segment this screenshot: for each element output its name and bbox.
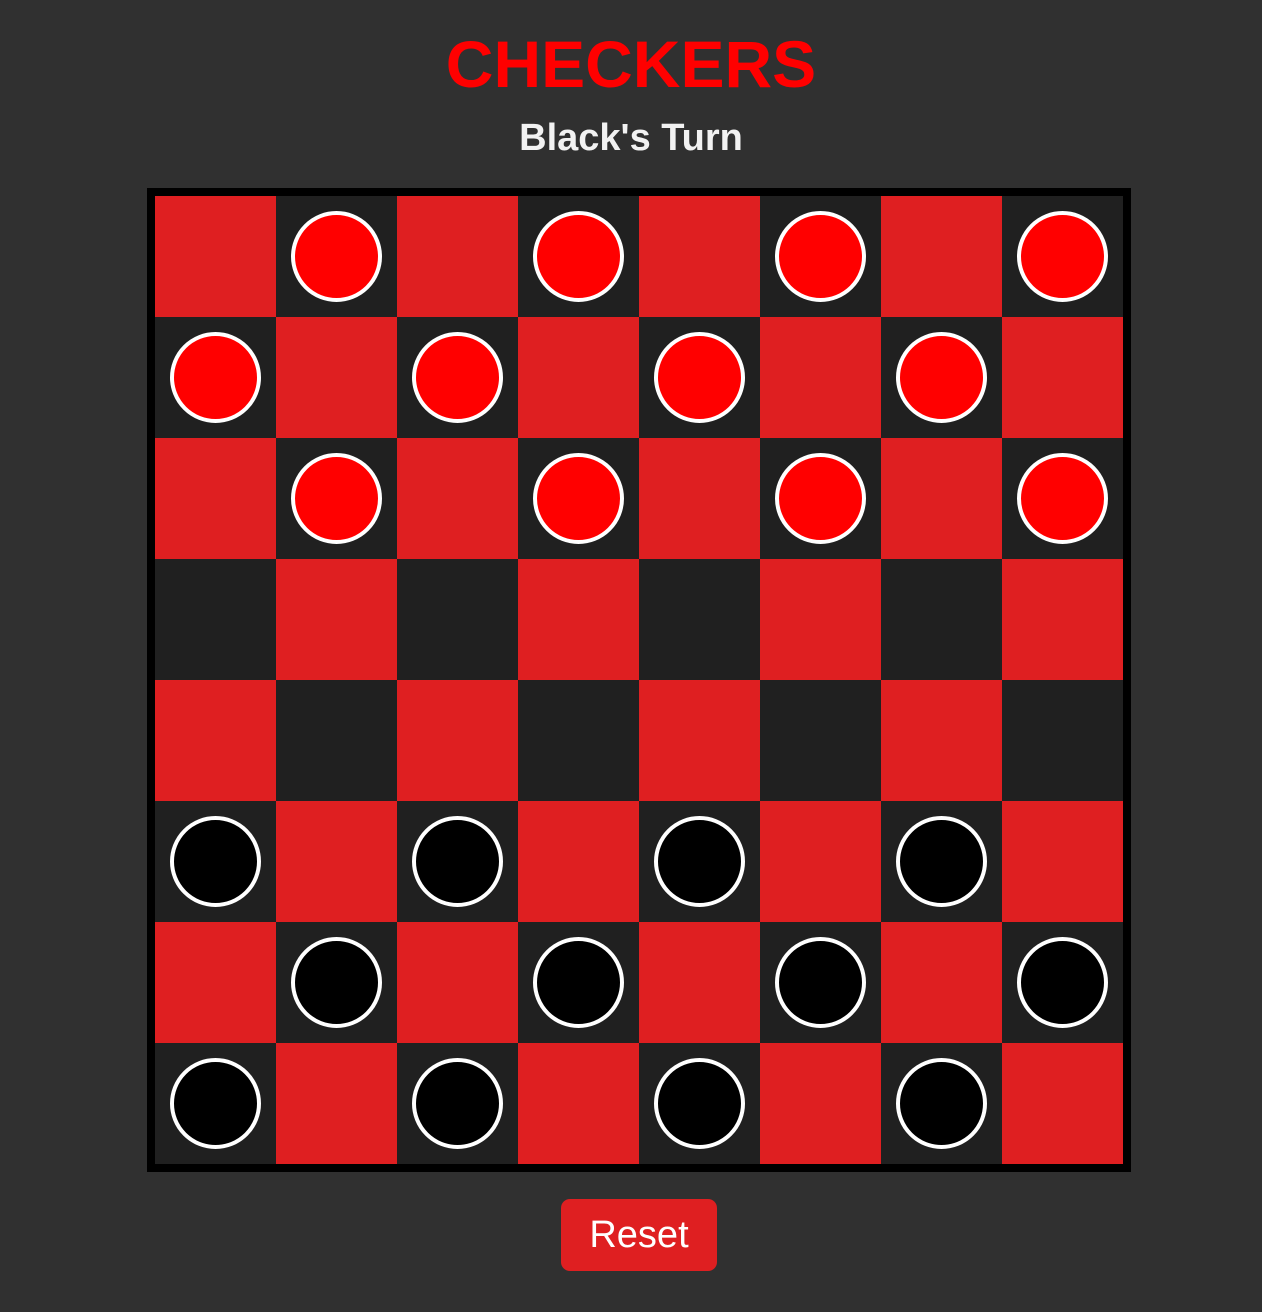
black-checker-piece[interactable]	[896, 1058, 987, 1149]
board-square-r5-c4[interactable]	[518, 680, 639, 801]
red-checker-piece[interactable]	[654, 332, 745, 423]
board-square-r1-c3[interactable]	[397, 196, 518, 317]
board-square-r6-c4[interactable]	[518, 801, 639, 922]
red-checker-piece[interactable]	[775, 211, 866, 302]
red-checker-piece[interactable]	[533, 453, 624, 544]
black-checker-piece[interactable]	[654, 1058, 745, 1149]
board-square-r4-c7[interactable]	[881, 559, 1002, 680]
board-square-r5-c7[interactable]	[881, 680, 1002, 801]
board-square-r3-c4[interactable]	[518, 438, 639, 559]
board-square-r8-c7[interactable]	[881, 1043, 1002, 1164]
checkers-board[interactable]	[147, 188, 1131, 1172]
black-checker-piece[interactable]	[170, 1058, 261, 1149]
board-square-r3-c3[interactable]	[397, 438, 518, 559]
board-square-r4-c1[interactable]	[155, 559, 276, 680]
board-square-r2-c8[interactable]	[1002, 317, 1123, 438]
board-square-r1-c6[interactable]	[760, 196, 881, 317]
board-square-r8-c1[interactable]	[155, 1043, 276, 1164]
black-checker-piece[interactable]	[1017, 937, 1108, 1028]
board-square-r4-c6[interactable]	[760, 559, 881, 680]
red-checker-piece[interactable]	[291, 453, 382, 544]
red-checker-piece[interactable]	[1017, 453, 1108, 544]
board-square-r3-c1[interactable]	[155, 438, 276, 559]
board-square-r2-c2[interactable]	[276, 317, 397, 438]
board-square-r6-c6[interactable]	[760, 801, 881, 922]
board-square-r6-c2[interactable]	[276, 801, 397, 922]
board-square-r4-c4[interactable]	[518, 559, 639, 680]
board-square-r4-c8[interactable]	[1002, 559, 1123, 680]
board-square-r2-c5[interactable]	[639, 317, 760, 438]
board-square-r1-c1[interactable]	[155, 196, 276, 317]
board-square-r3-c8[interactable]	[1002, 438, 1123, 559]
board-square-r6-c3[interactable]	[397, 801, 518, 922]
game-title: CHECKERS	[445, 27, 817, 101]
board-square-r3-c2[interactable]	[276, 438, 397, 559]
board-square-r4-c2[interactable]	[276, 559, 397, 680]
board-square-r1-c4[interactable]	[518, 196, 639, 317]
board-square-r6-c8[interactable]	[1002, 801, 1123, 922]
board-square-r3-c6[interactable]	[760, 438, 881, 559]
red-checker-piece[interactable]	[896, 332, 987, 423]
board-square-r5-c8[interactable]	[1002, 680, 1123, 801]
board-square-r8-c8[interactable]	[1002, 1043, 1123, 1164]
black-checker-piece[interactable]	[775, 937, 866, 1028]
board-square-r2-c6[interactable]	[760, 317, 881, 438]
reset-button[interactable]: Reset	[561, 1199, 717, 1271]
black-checker-piece[interactable]	[654, 816, 745, 907]
board-square-r8-c6[interactable]	[760, 1043, 881, 1164]
red-checker-piece[interactable]	[291, 211, 382, 302]
board-square-r5-c2[interactable]	[276, 680, 397, 801]
board-square-r2-c7[interactable]	[881, 317, 1002, 438]
board-square-r7-c6[interactable]	[760, 922, 881, 1043]
board-square-r6-c5[interactable]	[639, 801, 760, 922]
board-square-r5-c6[interactable]	[760, 680, 881, 801]
board-square-r2-c1[interactable]	[155, 317, 276, 438]
black-checker-piece[interactable]	[896, 816, 987, 907]
board-square-r5-c3[interactable]	[397, 680, 518, 801]
black-checker-piece[interactable]	[291, 937, 382, 1028]
board-square-r1-c8[interactable]	[1002, 196, 1123, 317]
board-square-r7-c7[interactable]	[881, 922, 1002, 1043]
board-square-r2-c3[interactable]	[397, 317, 518, 438]
board-square-r1-c5[interactable]	[639, 196, 760, 317]
board-square-r3-c5[interactable]	[639, 438, 760, 559]
black-checker-piece[interactable]	[170, 816, 261, 907]
board-square-r8-c5[interactable]	[639, 1043, 760, 1164]
board-square-r7-c4[interactable]	[518, 922, 639, 1043]
board-square-r5-c1[interactable]	[155, 680, 276, 801]
board-square-r7-c1[interactable]	[155, 922, 276, 1043]
black-checker-piece[interactable]	[412, 816, 503, 907]
board-square-r2-c4[interactable]	[518, 317, 639, 438]
turn-status: Black's Turn	[519, 117, 743, 159]
board-square-r4-c5[interactable]	[639, 559, 760, 680]
board-square-r5-c5[interactable]	[639, 680, 760, 801]
red-checker-piece[interactable]	[170, 332, 261, 423]
board-square-r6-c1[interactable]	[155, 801, 276, 922]
board-square-r8-c4[interactable]	[518, 1043, 639, 1164]
board-square-r1-c7[interactable]	[881, 196, 1002, 317]
red-checker-piece[interactable]	[412, 332, 503, 423]
red-checker-piece[interactable]	[533, 211, 624, 302]
black-checker-piece[interactable]	[412, 1058, 503, 1149]
board-square-r6-c7[interactable]	[881, 801, 1002, 922]
red-checker-piece[interactable]	[775, 453, 866, 544]
board-square-r7-c5[interactable]	[639, 922, 760, 1043]
board-square-r7-c8[interactable]	[1002, 922, 1123, 1043]
red-checker-piece[interactable]	[1017, 211, 1108, 302]
board-square-r3-c7[interactable]	[881, 438, 1002, 559]
board-square-r7-c2[interactable]	[276, 922, 397, 1043]
checkers-page: CHECKERS Black's Turn Reset	[0, 0, 1262, 1312]
board-square-r7-c3[interactable]	[397, 922, 518, 1043]
black-checker-piece[interactable]	[533, 937, 624, 1028]
board-square-r1-c2[interactable]	[276, 196, 397, 317]
board-square-r8-c2[interactable]	[276, 1043, 397, 1164]
board-square-r4-c3[interactable]	[397, 559, 518, 680]
board-square-r8-c3[interactable]	[397, 1043, 518, 1164]
